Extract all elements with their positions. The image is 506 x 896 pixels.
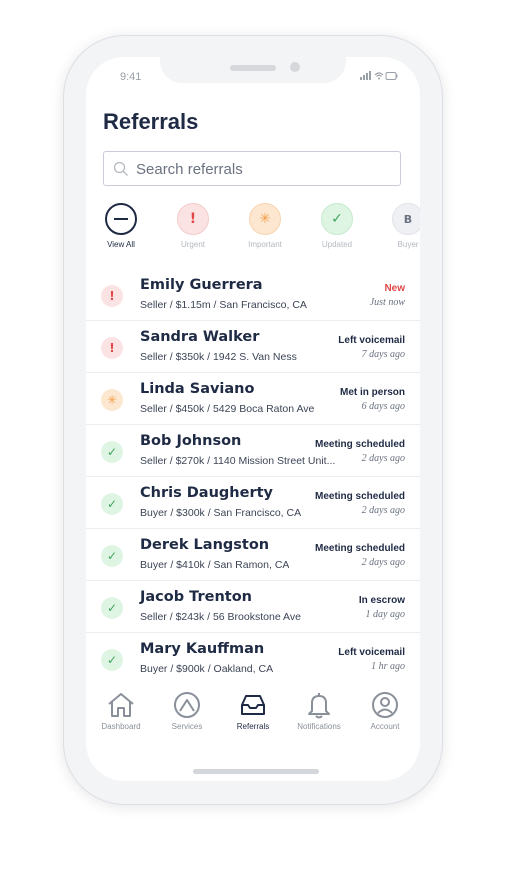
signal-wifi-battery-icon xyxy=(360,71,398,80)
referral-detail: Seller / $270k / 1140 Mission Street Uni… xyxy=(140,455,336,467)
search-input[interactable] xyxy=(134,153,398,186)
tab-label: Account xyxy=(370,722,400,731)
referral-name: Derek Langston xyxy=(140,537,270,553)
check-icon: ✓ xyxy=(101,493,123,515)
referral-time: 2 days ago xyxy=(361,505,405,516)
referral-status: Met in person xyxy=(339,387,405,398)
filter-label: Buyer xyxy=(397,240,419,249)
tab-label: Dashboard xyxy=(101,722,141,731)
inbox-icon xyxy=(241,695,265,715)
urgent-icon: ! xyxy=(101,337,123,359)
tab-notifications[interactable]: Notifications xyxy=(286,691,352,731)
referral-name: Chris Daugherty xyxy=(140,485,273,501)
referral-row[interactable]: ! Sandra Walker Seller / $350k / 1942 S.… xyxy=(86,321,420,373)
referral-status: Meeting scheduled xyxy=(314,491,405,502)
referral-row[interactable]: ✓ Derek Langston Buyer / $410k / San Ram… xyxy=(86,529,420,581)
speaker xyxy=(230,65,276,71)
referral-row[interactable]: ✓ Jacob Trenton Seller / $243k / 56 Broo… xyxy=(86,581,420,633)
important-icon: ✳ xyxy=(249,203,281,235)
status-time: 9:41 xyxy=(120,71,142,83)
referral-status: Left voicemail xyxy=(338,335,405,346)
referral-name: Linda Saviano xyxy=(140,381,255,397)
filter-bar: View All ! Urgent ✳ Important ✓ Updated … xyxy=(86,203,420,259)
referral-name: Emily Guerrera xyxy=(140,277,263,293)
tab-label: Notifications xyxy=(297,722,341,731)
referral-time: Just now xyxy=(369,297,405,308)
filter-label: View All xyxy=(107,240,135,249)
referral-time: 7 days ago xyxy=(361,349,405,360)
check-icon: ✓ xyxy=(101,649,123,671)
referral-detail: Seller / $1.15m / San Francisco, CA xyxy=(140,299,307,311)
services-icon xyxy=(174,692,200,718)
referral-time: 2 days ago xyxy=(361,557,405,568)
account-icon xyxy=(372,692,398,718)
view-all-icon xyxy=(105,203,137,235)
referral-name: Sandra Walker xyxy=(140,329,260,345)
urgent-icon: ! xyxy=(177,203,209,235)
referral-row[interactable]: ✓ Chris Daugherty Buyer / $300k / San Fr… xyxy=(86,477,420,529)
referral-row[interactable]: ✓ Mary Kauffman Buyer / $900k / Oakland,… xyxy=(86,633,420,681)
referral-time: 6 days ago xyxy=(361,401,405,412)
filter-label: Important xyxy=(248,240,282,249)
page-title: Referrals xyxy=(103,109,199,134)
referral-detail: Buyer / $900k / Oakland, CA xyxy=(140,663,274,675)
buyer-icon: B xyxy=(392,203,420,235)
check-icon: ✓ xyxy=(101,441,123,463)
referral-list: ! Emily Guerrera Seller / $1.15m / San F… xyxy=(86,269,420,681)
tab-referrals[interactable]: Referrals xyxy=(220,691,286,731)
search-icon xyxy=(113,161,128,176)
notch xyxy=(160,57,346,83)
referral-detail: Seller / $350k / 1942 S. Van Ness xyxy=(140,351,297,363)
referral-status: Meeting scheduled xyxy=(314,543,405,554)
referral-status: In escrow xyxy=(358,595,405,606)
filter-label: Updated xyxy=(321,240,353,249)
urgent-icon: ! xyxy=(101,285,123,307)
filter-buyer[interactable]: B Buyer xyxy=(378,203,420,249)
tab-account[interactable]: Account xyxy=(352,691,418,731)
referral-name: Jacob Trenton xyxy=(140,589,252,605)
referral-status: Meeting scheduled xyxy=(314,439,405,450)
referral-row[interactable]: ✳ Linda Saviano Seller / $450k / 5429 Bo… xyxy=(86,373,420,425)
tab-bar: Dashboard Services Referrals Notificatio… xyxy=(86,683,420,743)
search-box[interactable] xyxy=(103,151,401,186)
filter-updated[interactable]: ✓ Updated xyxy=(307,203,367,249)
referral-detail: Seller / $450k / 5429 Boca Raton Ave xyxy=(140,403,315,415)
referral-time: 2 days ago xyxy=(361,453,405,464)
camera xyxy=(290,62,300,72)
referral-detail: Seller / $243k / 56 Brookstone Ave xyxy=(140,611,301,623)
tab-label: Services xyxy=(171,722,203,731)
phone-screen: 9:41 Referrals View All ! Urgent xyxy=(86,57,420,781)
referral-status: New xyxy=(384,283,405,294)
referral-row[interactable]: ! Emily Guerrera Seller / $1.15m / San F… xyxy=(86,269,420,321)
tab-label: Referrals xyxy=(236,722,270,731)
home-icon xyxy=(108,693,134,717)
referral-status: Left voicemail xyxy=(338,647,405,658)
referral-time: 1 hr ago xyxy=(371,661,405,672)
filter-urgent[interactable]: ! Urgent xyxy=(163,203,223,249)
referral-row[interactable]: ✓ Bob Johnson Seller / $270k / 1140 Miss… xyxy=(86,425,420,477)
bell-icon xyxy=(308,693,330,719)
home-indicator[interactable] xyxy=(193,769,319,774)
referral-detail: Buyer / $410k / San Ramon, CA xyxy=(140,559,290,571)
referral-name: Bob Johnson xyxy=(140,433,242,449)
filter-label: Urgent xyxy=(180,240,205,249)
filter-important[interactable]: ✳ Important xyxy=(235,203,295,249)
referral-time: 1 day ago xyxy=(365,609,405,620)
check-icon: ✓ xyxy=(101,545,123,567)
referral-name: Mary Kauffman xyxy=(140,641,265,657)
tab-services[interactable]: Services xyxy=(154,691,220,731)
filter-view-all[interactable]: View All xyxy=(91,203,151,249)
important-icon: ✳ xyxy=(101,389,123,411)
check-icon: ✓ xyxy=(101,597,123,619)
updated-icon: ✓ xyxy=(321,203,353,235)
status-icons xyxy=(360,71,398,84)
referral-detail: Buyer / $300k / San Francisco, CA xyxy=(140,507,302,519)
tab-dashboard[interactable]: Dashboard xyxy=(88,691,154,731)
